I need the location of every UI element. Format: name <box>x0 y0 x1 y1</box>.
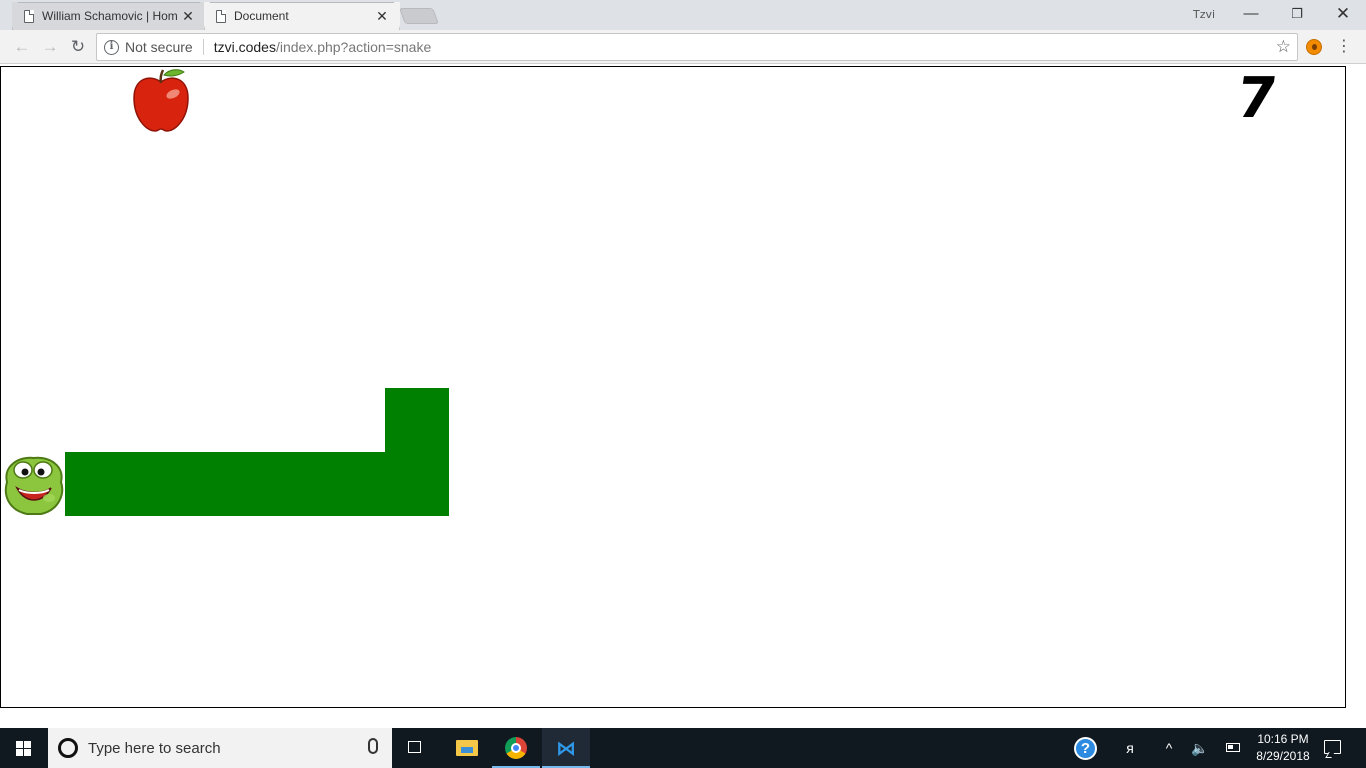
score-counter: 7 <box>1232 66 1281 131</box>
new-tab-button[interactable] <box>399 8 439 24</box>
snake-segment <box>193 452 257 516</box>
vscode-taskbar-button[interactable]: ⋈ <box>542 728 590 768</box>
game-board[interactable]: 7 <box>0 66 1346 708</box>
minimize-icon[interactable]: — <box>1228 0 1274 28</box>
forward-arrow-icon[interactable]: → <box>38 35 62 59</box>
vscode-icon: ⋈ <box>556 736 576 760</box>
address-bar[interactable]: i Not secure tzvi.codes/index.php?action… <box>96 33 1298 61</box>
url-host[interactable]: tzvi.codes <box>214 39 276 55</box>
cortana-icon <box>58 738 78 758</box>
tab-close-icon[interactable]: ✕ <box>374 8 390 24</box>
info-icon[interactable]: i <box>104 39 119 55</box>
page-icon <box>216 9 226 23</box>
apple-icon <box>133 69 189 132</box>
menu-icon[interactable]: ⋮ <box>1336 35 1352 59</box>
tab-title: Document <box>234 9 289 23</box>
microphone-icon[interactable] <box>368 738 378 754</box>
chrome-icon <box>505 737 527 759</box>
tab-close-icon[interactable]: ✕ <box>180 8 196 24</box>
tab-document[interactable]: Document ✕ <box>204 2 400 30</box>
window-close-icon[interactable]: ✕ <box>1320 0 1366 28</box>
people-icon[interactable]: ᴙ <box>1120 738 1140 758</box>
browser-titlebar: William Schamovic | Hom ✕ Document ✕ Tzv… <box>0 0 1366 30</box>
file-explorer-icon[interactable] <box>442 728 490 768</box>
taskbar: Type here to search ⋈ ? ᴙ ^ 🔈 10:16 PM 8… <box>0 728 1366 768</box>
volume-icon[interactable]: 🔈 <box>1190 738 1210 758</box>
chrome-taskbar-button[interactable] <box>492 728 540 768</box>
snake-segment <box>65 452 129 516</box>
snake-segment <box>257 452 321 516</box>
windows-start-icon[interactable] <box>0 728 48 768</box>
snake-segment <box>321 452 385 516</box>
snake-segment <box>129 452 193 516</box>
extension-icon[interactable] <box>1306 39 1322 55</box>
search-placeholder: Type here to search <box>88 739 221 757</box>
help-icon[interactable]: ? <box>1074 737 1097 760</box>
tab-title: William Schamovic | Hom <box>42 9 178 23</box>
turtle-head-icon <box>4 456 64 515</box>
action-center-icon[interactable] <box>1324 740 1341 754</box>
task-view-icon[interactable] <box>392 728 440 768</box>
profile-name[interactable]: Tzvi <box>1193 8 1215 21</box>
battery-icon[interactable] <box>1226 743 1240 752</box>
taskbar-search-box[interactable]: Type here to search <box>48 728 392 768</box>
browser-toolbar: ← → ↻ i Not secure tzvi.codes/index.php?… <box>0 30 1366 64</box>
reload-icon[interactable]: ↻ <box>66 35 90 59</box>
tab-william-schamovic[interactable]: William Schamovic | Hom ✕ <box>12 2 206 30</box>
show-hidden-icons-chevron-icon[interactable]: ^ <box>1160 738 1178 758</box>
page-icon <box>24 9 34 23</box>
snake-segment <box>385 452 449 516</box>
bookmark-star-icon[interactable]: ☆ <box>1276 37 1291 57</box>
restore-icon[interactable]: ❐ <box>1274 0 1320 28</box>
url-path[interactable]: /index.php?action=snake <box>276 39 431 55</box>
clock-date: 8/29/2018 <box>1256 749 1310 763</box>
snake-segment <box>385 388 449 452</box>
system-clock[interactable]: 10:16 PM 8/29/2018 <box>1248 731 1318 765</box>
back-arrow-icon[interactable]: ← <box>10 35 34 59</box>
page-content: 7 <box>0 65 1366 728</box>
clock-time: 10:16 PM <box>1257 732 1309 746</box>
security-label[interactable]: Not secure <box>125 39 193 55</box>
divider <box>202 39 204 55</box>
